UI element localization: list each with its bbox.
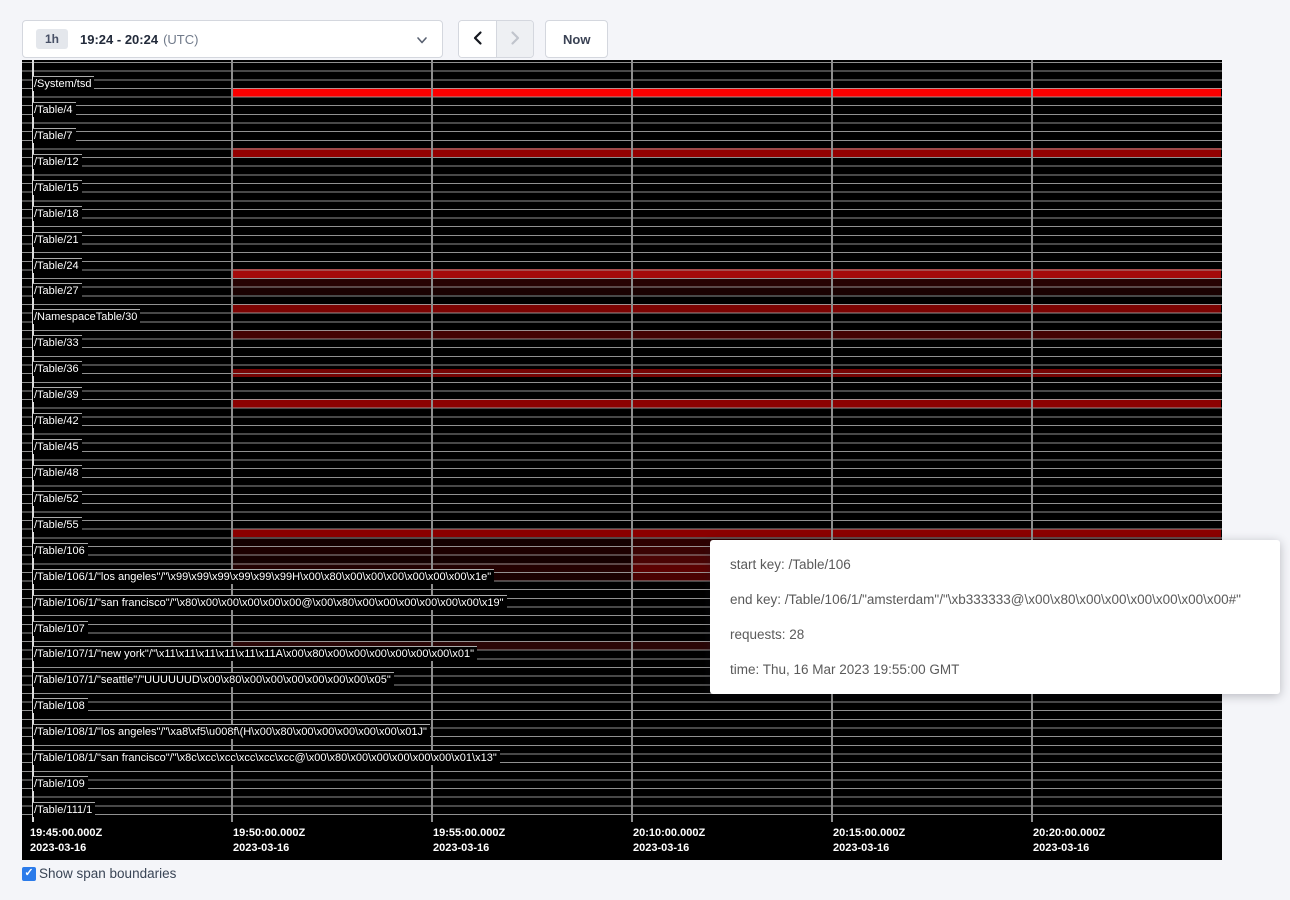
heat-band	[232, 304, 1221, 313]
x-tick: 19:45:00.000Z2023-03-16	[30, 826, 102, 856]
time-nav-group	[458, 20, 534, 58]
heat-band	[232, 88, 1221, 97]
chevron-down-icon	[416, 33, 428, 52]
toolbar: 1h 19:24 - 20:24 (UTC) Now	[0, 0, 1290, 60]
now-button[interactable]: Now	[545, 20, 608, 58]
row-label: /Table/42	[33, 413, 82, 428]
row-label: /Table/18	[33, 206, 82, 221]
heat-band	[232, 278, 1221, 287]
checkbox-label: Show span boundaries	[39, 866, 176, 881]
prev-interval-button[interactable]	[459, 21, 496, 57]
tick-time: 20:20:00.000Z	[1033, 826, 1105, 841]
range-timezone-label: (UTC)	[163, 32, 198, 47]
tick-date: 2023-03-16	[833, 841, 905, 856]
row-label: /Table/36	[33, 361, 82, 376]
row-label: /Table/15	[33, 180, 82, 195]
x-tick: 19:55:00.000Z2023-03-16	[433, 826, 505, 856]
row-label: /System/tsd	[33, 76, 94, 91]
row-label: /Table/21	[33, 232, 82, 247]
tooltip-line: end key: /Table/106/1/"amsterdam"/"\xb33…	[730, 592, 1260, 607]
range-duration-badge: 1h	[36, 29, 68, 49]
time-axis: 19:45:00.000Z2023-03-1619:50:00.000Z2023…	[22, 822, 1222, 860]
row-label: /Table/107/1/"seattle"/"UUUUUUD\x00\x80\…	[33, 672, 394, 687]
time-range-select[interactable]: 1h 19:24 - 20:24 (UTC)	[22, 20, 443, 58]
tick-date: 2023-03-16	[30, 841, 102, 856]
heat-band	[232, 330, 1221, 339]
row-label: /Table/45	[33, 439, 82, 454]
row-label: /Table/108/1/"san francisco"/"\x8c\xcc\x…	[33, 750, 500, 765]
check-icon: ✓	[24, 868, 33, 879]
row-label: /Table/52	[33, 491, 82, 506]
tooltip-line: requests: 28	[730, 627, 1260, 642]
tick-time: 19:45:00.000Z	[30, 826, 102, 841]
row-label: /Table/111/1	[33, 802, 95, 817]
row-label: /Table/33	[33, 335, 82, 350]
heat-band	[232, 529, 1221, 538]
x-tick: 20:20:00.000Z2023-03-16	[1033, 826, 1105, 856]
span-boundaries-checkbox[interactable]: ✓	[22, 867, 36, 881]
heat-band	[232, 287, 1221, 296]
row-label: /Table/12	[33, 154, 82, 169]
heat-band	[232, 369, 1221, 378]
footer: ✓ Show span boundaries	[22, 866, 176, 881]
row-label: /Table/55	[33, 517, 82, 532]
row-label: /Table/107/1/"new york"/"\x11\x11\x11\x1…	[33, 646, 477, 661]
next-interval-button[interactable]	[496, 21, 533, 57]
tooltip: start key: /Table/106 end key: /Table/106…	[710, 540, 1280, 694]
row-label: /Table/106/1/"los angeles"/"\x99\x99\x99…	[33, 569, 494, 584]
row-label: /Table/48	[33, 465, 82, 480]
row-label: /Table/107	[33, 621, 88, 636]
tick-date: 2023-03-16	[1033, 841, 1105, 856]
row-label: /Table/108/1/"los angeles"/"\xa8\xf5\u00…	[33, 724, 430, 739]
heatmap[interactable]: /System/tsd/Table/4/Table/7/Table/12/Tab…	[22, 60, 1222, 822]
row-label: /Table/109	[33, 776, 88, 791]
heat-band	[232, 269, 1221, 278]
row-label: /Table/24	[33, 258, 82, 273]
tick-time: 19:55:00.000Z	[433, 826, 505, 841]
tooltip-line: start key: /Table/106	[730, 557, 1260, 572]
chevron-right-icon	[508, 30, 522, 49]
row-label: /Table/27	[33, 283, 82, 298]
vertical-gridline	[231, 60, 233, 822]
key-visualizer: /System/tsd/Table/4/Table/7/Table/12/Tab…	[22, 60, 1222, 860]
heat-band	[232, 148, 1221, 157]
tick-date: 2023-03-16	[633, 841, 705, 856]
row-label: /NamespaceTable/30	[33, 309, 140, 324]
row-label: /Table/39	[33, 387, 82, 402]
tick-time: 20:10:00.000Z	[633, 826, 705, 841]
tooltip-line: time: Thu, 16 Mar 2023 19:55:00 GMT	[730, 662, 1260, 677]
tick-date: 2023-03-16	[233, 841, 305, 856]
row-label: /Table/7	[33, 128, 76, 143]
x-tick: 19:50:00.000Z2023-03-16	[233, 826, 305, 856]
tick-time: 20:15:00.000Z	[833, 826, 905, 841]
x-tick: 20:10:00.000Z2023-03-16	[633, 826, 705, 856]
tick-time: 19:50:00.000Z	[233, 826, 305, 841]
vertical-gridline	[431, 60, 433, 822]
span-boundary-grid	[22, 62, 1222, 822]
x-tick: 20:15:00.000Z2023-03-16	[833, 826, 905, 856]
row-label: /Table/108	[33, 698, 88, 713]
row-label: /Table/106/1/"san francisco"/"\x80\x00\x…	[33, 595, 507, 610]
vertical-gridline	[1031, 60, 1033, 822]
vertical-gridline	[631, 60, 633, 822]
chevron-left-icon	[471, 30, 485, 49]
tick-date: 2023-03-16	[433, 841, 505, 856]
range-label: 19:24 - 20:24	[80, 32, 158, 47]
row-label: /Table/4	[33, 102, 76, 117]
heat-band	[232, 399, 1221, 408]
row-label: /Table/106	[33, 543, 88, 558]
vertical-gridline	[831, 60, 833, 822]
